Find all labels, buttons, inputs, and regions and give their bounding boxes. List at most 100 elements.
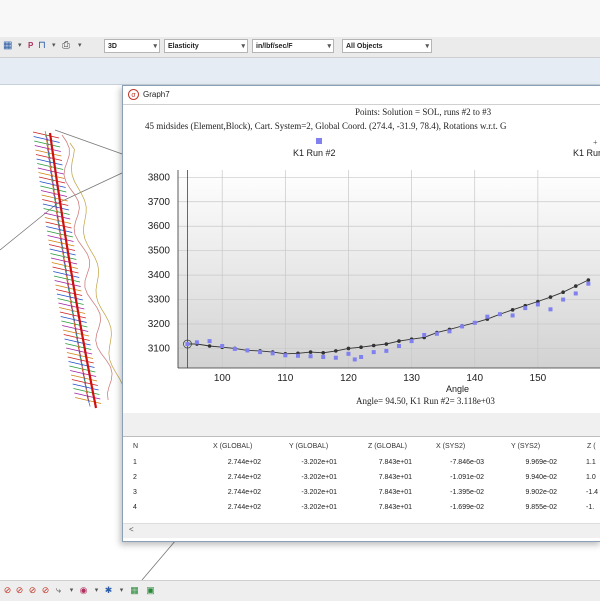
- stop-icon[interactable]: ⊘: [14, 585, 25, 596]
- result-combo-value: Elasticity: [168, 43, 199, 50]
- x-axis-label: Angle: [446, 384, 470, 394]
- data-point-k1-run-2: [561, 297, 566, 302]
- table-row[interactable]: 1 2.744e+02 -3.202e+01 7.843e+01 -7.846e-03 9…: [123, 459, 600, 473]
- column-header-x-global[interactable]: X (GLOBAL): [213, 443, 252, 450]
- dropdown-arrow-icon[interactable]: ▾: [116, 585, 127, 596]
- y-tick-label: 3300: [148, 295, 171, 306]
- view-icon[interactable]: ▣: [145, 585, 156, 596]
- filter-combo[interactable]: All Objects ▾: [342, 39, 432, 53]
- stop-icon[interactable]: ⊘: [27, 585, 38, 596]
- data-point-k1-run-2: [409, 339, 414, 344]
- stop-icon[interactable]: ⊘: [40, 585, 51, 596]
- legend-label-1: K1 Run #2: [293, 148, 336, 158]
- scroll-left-button[interactable]: <: [129, 525, 134, 534]
- table-cell: 7.843e+01: [378, 474, 412, 481]
- data-point-k1-run-2: [548, 307, 553, 312]
- column-header-z-global[interactable]: Z (GLOBAL): [368, 443, 407, 450]
- bottom-toolbar: ⊘ ⊘ ⊘ ⊘ ⤷ ▾ ◉ ▾ ✱ ▾ ▦ ▣: [0, 580, 600, 601]
- data-point-k1-run-2: [258, 350, 263, 355]
- select-icon[interactable]: ⤷: [53, 585, 64, 596]
- table-cell: -3.202e+01: [301, 489, 337, 496]
- x-tick-label: 130: [403, 373, 420, 384]
- table-cell: -1.395e-02: [450, 489, 484, 496]
- dropdown-arrow-icon[interactable]: ▾: [91, 585, 102, 596]
- dropdown-arrow-icon[interactable]: ▾: [18, 40, 22, 52]
- data-point-k1-run-2: [321, 355, 326, 359]
- table-cell: -1.: [586, 504, 595, 511]
- data-point-k1-run-2: [422, 333, 427, 337]
- main-toolbar: ▦ ▾ P ⊓ ▾ ⎙ ▾ 3D ▾ Elasticity ▾ in/lbf/s…: [0, 37, 600, 58]
- data-point-k1-run-2: [220, 344, 225, 348]
- table-cell: 2: [133, 474, 137, 481]
- table-cell: -1.091e-02: [450, 474, 484, 481]
- view-combo[interactable]: 3D ▾: [104, 39, 160, 53]
- data-point-k1-run-2: [510, 313, 515, 318]
- table-cell: -3.202e+01: [301, 459, 337, 466]
- y-tick-label: 3500: [148, 246, 171, 257]
- data-point-k1-run-2: [207, 339, 212, 344]
- table-cell: 2.744e+02: [227, 504, 261, 511]
- horizontal-scrollbar[interactable]: <: [123, 523, 600, 538]
- data-point-k1-run: [548, 295, 553, 299]
- column-header-y-sys2[interactable]: Y (SYS2): [511, 443, 540, 450]
- y-tick-label: 3200: [148, 319, 171, 330]
- x-tick-label: 120: [340, 373, 357, 384]
- table-row[interactable]: 4 2.744e+02 -3.202e+01 7.843e+01 -1.699e-02 9…: [123, 504, 600, 518]
- data-point-k1-run-2: [245, 348, 250, 353]
- dropdown-arrow-icon[interactable]: ▾: [66, 585, 77, 596]
- data-point-k1-run-2: [270, 351, 275, 356]
- crack-front-mesh: [32, 130, 125, 409]
- x-tick-label: 100: [214, 373, 231, 384]
- structure-icon[interactable]: ⊓: [38, 40, 46, 52]
- data-point-k1-run: [561, 290, 565, 295]
- x-tick-label: 110: [277, 373, 293, 384]
- data-point-k1-run-2: [523, 306, 528, 311]
- graph-icon: σ: [128, 89, 139, 100]
- data-point-k1-run-2: [434, 331, 439, 336]
- secondary-toolbar: [0, 58, 600, 85]
- result-combo[interactable]: Elasticity ▾: [164, 39, 248, 53]
- table-row[interactable]: 2 2.744e+02 -3.202e+01 7.843e+01 -1.091e-02 9…: [123, 474, 600, 488]
- data-point-k1-run-2: [472, 320, 477, 325]
- data-point-k1-run: [573, 284, 578, 288]
- dropdown-arrow-icon[interactable]: ▾: [52, 40, 56, 52]
- plot-area[interactable]: 3100 3200 3300 3400 3500 3600 3700 3800 100 110 12…: [123, 165, 600, 413]
- column-header-n[interactable]: N: [133, 443, 138, 450]
- data-point-k1-run-2: [485, 314, 490, 319]
- legend-marker-2: +: [593, 138, 598, 147]
- chart-svg[interactable]: 3100 3200 3300 3400 3500 3600 3700 3800 100 110 12…: [123, 165, 600, 413]
- print-icon[interactable]: ⎙: [62, 40, 70, 52]
- app-icon[interactable]: ▦: [3, 40, 12, 52]
- graph-window[interactable]: σ Graph7 Points: Solution = SOL, runs #2…: [122, 85, 600, 542]
- data-point-k1-run-2: [359, 355, 364, 359]
- units-combo[interactable]: in/lbf/sec/F ▾: [252, 39, 334, 53]
- table-cell: 7.843e+01: [378, 504, 412, 511]
- column-header-y-global[interactable]: Y (GLOBAL): [289, 443, 328, 450]
- table-cell: 3: [133, 489, 137, 496]
- table-cell: 9.940e-02: [525, 474, 557, 481]
- settings-icon[interactable]: ✱: [103, 585, 114, 596]
- column-header-z-sys2[interactable]: Z (: [587, 443, 596, 450]
- table-row[interactable]: 3 2.744e+02 -3.202e+01 7.843e+01 -1.395e-02 9…: [123, 489, 600, 503]
- dropdown-arrow-icon[interactable]: ▾: [78, 40, 82, 52]
- data-point-k1-run-2: [194, 340, 199, 345]
- data-point-k1-run-2: [185, 342, 190, 347]
- window-top-area: [0, 0, 600, 38]
- data-point-k1-run: [334, 349, 338, 353]
- stop-icon[interactable]: ⊘: [2, 585, 13, 596]
- graph-title: Graph7: [143, 90, 170, 99]
- display-icon[interactable]: ◉: [78, 585, 89, 596]
- table-cell: 9.855e-02: [525, 504, 557, 511]
- table-cell: 1: [133, 459, 137, 466]
- results-list[interactable]: N X (GLOBAL) Y (GLOBAL) Z (GLOBAL) X (SY…: [123, 436, 600, 541]
- data-point-k1-run-2: [460, 324, 465, 329]
- table-cell: 1.1: [586, 459, 596, 466]
- units-combo-value: in/lbf/sec/F: [256, 43, 293, 50]
- grid-icon[interactable]: ▦: [129, 585, 140, 596]
- data-point-k1-run: [397, 339, 401, 343]
- column-header-x-sys2[interactable]: X (SYS2): [436, 443, 465, 450]
- table-cell: -1.699e-02: [450, 504, 484, 511]
- p-icon[interactable]: P: [28, 40, 33, 52]
- graph-titlebar: σ Graph7: [123, 86, 600, 105]
- table-cell: 2.744e+02: [227, 474, 261, 481]
